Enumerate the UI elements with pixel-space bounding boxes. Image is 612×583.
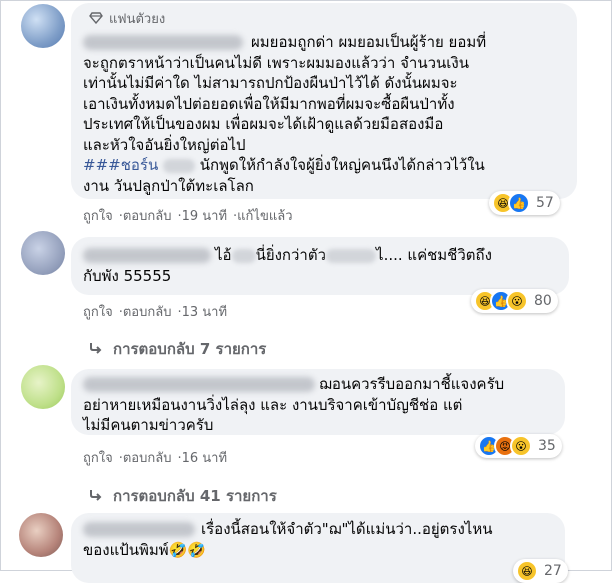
- edited-label[interactable]: แก้ไขแล้ว: [237, 209, 292, 224]
- avatar[interactable]: [21, 231, 65, 275]
- like-reaction-icon: 👍: [508, 192, 530, 214]
- comment-actions: ถูกใจ ·ตอบกลับ ·13 นาที: [83, 305, 228, 320]
- haha-reaction-icon: 😆: [516, 560, 538, 582]
- reply-arrow-icon: [89, 489, 103, 505]
- redacted-text: [163, 158, 195, 173]
- timestamp[interactable]: 19 นาที: [182, 209, 227, 224]
- reply-link[interactable]: ตอบกลับ: [123, 305, 172, 320]
- avatar[interactable]: [19, 513, 63, 557]
- like-link[interactable]: ถูกใจ: [83, 209, 113, 224]
- reply-arrow-icon: [89, 342, 103, 358]
- reply-link[interactable]: ตอบกลับ: [123, 451, 172, 466]
- wow-reaction-icon: 😮: [506, 290, 528, 312]
- comment-actions: ถูกใจ ·ตอบกลับ ·19 นาที ·แก้ไขแล้ว: [83, 209, 293, 224]
- hashtag-link[interactable]: ###ชอร์น: [83, 156, 158, 174]
- wow-reaction-icon: 😮: [510, 435, 532, 457]
- reaction-summary[interactable]: 👍 😡 😮 35: [475, 434, 562, 458]
- view-replies-link[interactable]: การตอบกลับ 7 รายการ: [89, 337, 266, 361]
- reply-link[interactable]: ตอบกลับ: [123, 209, 172, 224]
- avatar[interactable]: [21, 365, 65, 409]
- like-link[interactable]: ถูกใจ: [83, 451, 113, 466]
- diamond-icon: [89, 11, 103, 28]
- reaction-summary[interactable]: 😆 👍 57: [489, 191, 560, 215]
- like-link[interactable]: ถูกใจ: [83, 305, 113, 320]
- comment-text: ไอ้ นี่ยิ่งกว่าตัว ไ.... แค่ชมชีวิตถึง กับ…: [83, 246, 492, 285]
- avatar[interactable]: [21, 4, 65, 48]
- redacted-text: [231, 248, 256, 263]
- comment-actions: ถูกใจ ·ตอบกลับ ·16 นาที: [83, 451, 228, 466]
- comment-text: ผมยอมถูกด่า ผมยอมเป็นผู้ร้าย ยอมที่ จะถู…: [83, 33, 487, 195]
- comment-text: เรื่องนี้สอนให้จำตัว"ฌ"ได้แม่นว่า..อยู่ต…: [83, 520, 493, 559]
- redacted-text: [326, 248, 377, 263]
- reaction-summary[interactable]: 😆 👍 😮 80: [471, 289, 558, 313]
- fan-badge: แฟนตัวยง: [89, 8, 165, 29]
- timestamp[interactable]: 16 นาที: [182, 451, 227, 466]
- timestamp[interactable]: 13 นาที: [182, 305, 227, 320]
- comment-text: ฌอนควรรีบออกมาชี้แจงครับ อย่าหายเหมือนงา…: [83, 375, 505, 434]
- reaction-summary[interactable]: 😆 27: [513, 559, 568, 583]
- view-replies-link[interactable]: การตอบกลับ 41 รายการ: [89, 484, 277, 508]
- comments-panel: แฟนตัวยง ผมยอมถูกด่า ผมยอมเป็นผู้ร้าย ยอ…: [0, 0, 612, 583]
